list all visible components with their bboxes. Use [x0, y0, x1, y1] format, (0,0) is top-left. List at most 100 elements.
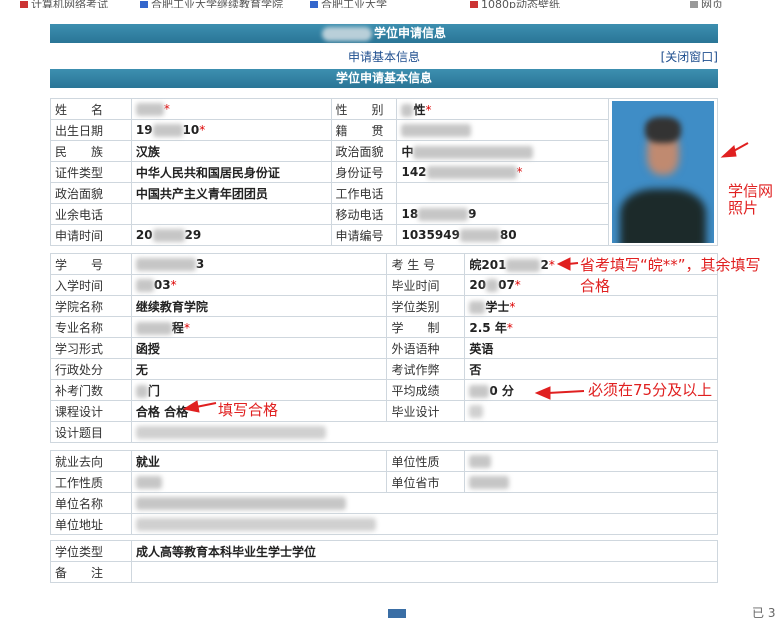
gender-value: 性* — [396, 98, 610, 120]
unitcity-value — [464, 471, 718, 493]
college-value: 继续教育学院 — [130, 295, 388, 317]
idno-value: 142 * — [396, 161, 610, 183]
gpa-label: 平均成绩 — [386, 379, 466, 401]
punish-label: 行政处分 — [50, 358, 132, 380]
politics-value: 中 — [396, 140, 610, 162]
table-row: 入学时间 03* 毕业时间 20 07* — [50, 274, 718, 296]
college-label: 学院名称 — [50, 295, 132, 317]
ethnic-value: 汉族 — [130, 140, 332, 162]
sno-value: 3 — [130, 253, 388, 275]
table-row: 姓 名 * 性 别 性* — [50, 98, 718, 246]
native-value — [396, 119, 610, 141]
applyno-label: 申请编号 — [330, 224, 398, 246]
idtype-label: 证件类型 — [50, 161, 132, 183]
gdesign-label: 毕业设计 — [386, 400, 466, 422]
table-row: 单位地址 — [50, 513, 719, 535]
degtype-label: 学位类别 — [386, 295, 466, 317]
punish-value: 无 — [130, 358, 388, 380]
window-title: 学位申请信息 — [373, 26, 446, 40]
degree-table: 学位类型 成人高等教育本科毕业生学士学位 备 注 — [50, 540, 719, 583]
mobile-label: 移动电话 — [330, 203, 398, 225]
native-label: 籍 贯 — [330, 119, 398, 141]
duration-value: 2.5 年* — [464, 316, 718, 338]
politics-label: 政治面貌 — [330, 140, 398, 162]
degtype-value: 学士* — [464, 295, 718, 317]
table-row: 单位名称 — [50, 492, 719, 514]
table-row: 工作性质 单位省市 — [50, 471, 718, 493]
name-label: 姓 名 — [50, 98, 132, 120]
workphone-label: 工作电话 — [330, 182, 398, 204]
table-row: 就业去向 就业 单位性质 — [50, 450, 718, 472]
duration-label: 学 制 — [386, 316, 466, 338]
course-label: 课程设计 — [50, 400, 132, 422]
makeup-label: 补考门数 — [50, 379, 132, 401]
table-row: 学院名称 继续教育学院 学位类别 学士* — [50, 295, 718, 317]
worknature-label: 工作性质 — [50, 471, 132, 493]
table-row: 学位类型 成人高等教育本科毕业生学士学位 — [50, 540, 719, 562]
lang-label: 外语语种 — [386, 337, 466, 359]
unitname-value — [130, 492, 719, 514]
mobile-value: 18 9 — [396, 203, 610, 225]
sub-navigation: 申请基本信息 [关闭窗口] — [50, 45, 718, 65]
major-value: 程* — [130, 316, 388, 338]
homephone-label: 业余电话 — [50, 203, 132, 225]
table-row: 备 注 — [50, 561, 719, 583]
bookmark-item[interactable]: 计算机网络考试 — [20, 0, 108, 8]
unitcity-label: 单位省市 — [386, 471, 466, 493]
examno-label: 考 生 号 — [386, 253, 466, 275]
annotation-photo: 学信网 照片 — [728, 182, 774, 217]
unitaddr-value — [130, 513, 719, 535]
arrow-icon — [729, 142, 749, 154]
employment-table: 就业去向 就业 单位性质 工作性质 单位省市 单位名称 单位地址 — [50, 450, 719, 535]
homephone-value — [130, 203, 332, 225]
taskbar-fragment — [388, 609, 406, 618]
unitnature-label: 单位性质 — [386, 450, 466, 472]
workphone-value — [396, 182, 610, 204]
topic-value — [130, 421, 719, 443]
degree-type-value: 成人高等教育本科毕业生学士学位 — [130, 540, 719, 562]
table-row: 学习形式 函授 外语语种 英语 — [50, 337, 718, 359]
annotation-course: 填写合格 — [218, 401, 279, 419]
remark-value — [130, 561, 719, 583]
gender-label: 性 别 — [330, 98, 398, 120]
table-row: 行政处分 无 考试作弊 否 — [50, 358, 718, 380]
photo-cell — [608, 98, 718, 246]
redacted-text — [135, 103, 164, 116]
form-value: 函授 — [130, 337, 388, 359]
student-photo — [612, 101, 714, 243]
gdesign-value — [464, 400, 718, 422]
unitname-label: 单位名称 — [50, 492, 132, 514]
major-label: 专业名称 — [50, 316, 132, 338]
table-row: 设计题目 — [50, 421, 719, 443]
applytime-label: 申请时间 — [50, 224, 132, 246]
grad-label: 毕业时间 — [386, 274, 466, 296]
close-window-link[interactable]: [关闭窗口] — [661, 48, 718, 65]
annotation-examno-2: 合格 — [580, 277, 611, 295]
annotation-gpa: 必须在75分及以上 — [588, 381, 713, 399]
ethnic-label: 民 族 — [50, 140, 132, 162]
unitaddr-label: 单位地址 — [50, 513, 132, 535]
bookmark-item[interactable]: 网页 — [690, 0, 723, 8]
window-title-bar: 学位申请信息 — [50, 24, 718, 43]
unitnature-value — [464, 450, 718, 472]
bookmark-item[interactable]: 合肥工业大学继续教育学院 — [140, 0, 283, 8]
applytime-value: 20 29 — [130, 224, 332, 246]
redacted-text — [321, 26, 372, 41]
cheat-value: 否 — [464, 358, 718, 380]
table-row: 专业名称 程* 学 制 2.5 年* — [50, 316, 718, 338]
nav-link-basic-info[interactable]: 申请基本信息 — [50, 48, 718, 65]
degree-type-label: 学位类型 — [50, 540, 132, 562]
annotation-examno: 省考填写“皖**”，其余填写 — [580, 256, 761, 274]
arrow-head-icon — [720, 145, 737, 158]
politics2-label: 政治面貌 — [50, 182, 132, 204]
table-row: 课程设计 合格 合格 毕业设计 — [50, 400, 718, 422]
dest-value: 就业 — [130, 450, 388, 472]
birth-value: 19 10* — [130, 119, 332, 141]
bookmark-bar: 计算机网络考试 合肥工业大学继续教育学院 合肥工业大学 1080p动态壁纸 网页 — [0, 0, 784, 8]
worknature-value — [130, 471, 388, 493]
makeup-value: 门 — [130, 379, 388, 401]
edge-text: 已 3 — [752, 606, 776, 618]
bookmark-item[interactable]: 1080p动态壁纸 — [470, 0, 560, 8]
bookmark-item[interactable]: 合肥工业大学 — [310, 0, 387, 8]
remark-label: 备 注 — [50, 561, 132, 583]
